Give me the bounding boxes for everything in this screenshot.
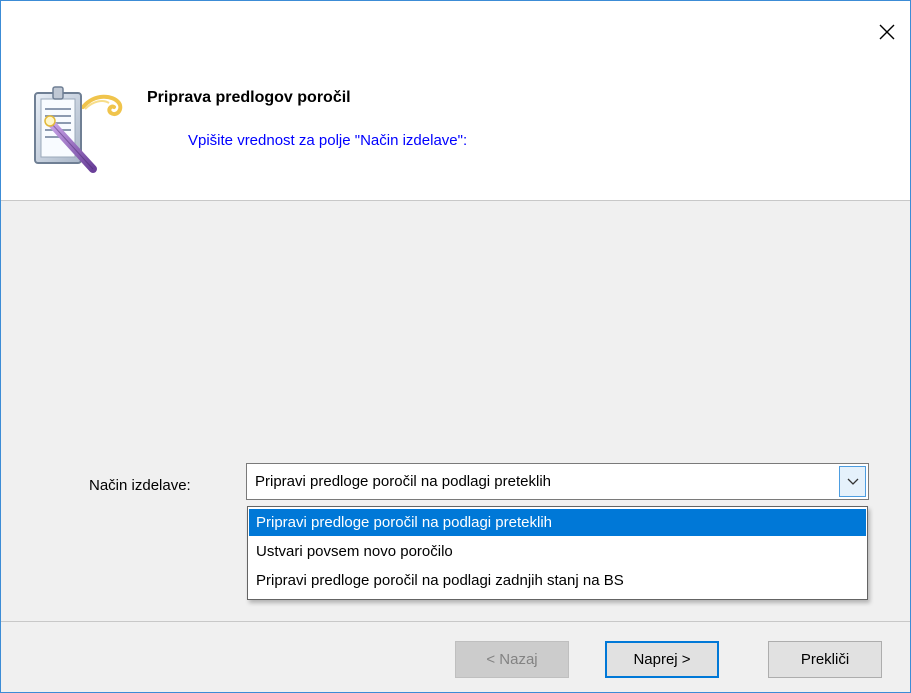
header-divider [1,200,910,201]
footer-divider [1,621,910,622]
nacin-izdelave-combobox[interactable]: Pripravi predloge poročil na podlagi pre… [246,463,869,500]
close-button[interactable] [872,17,902,47]
wizard-dialog: Priprava predlogov poročil Vpišite vredn… [0,0,911,693]
report-wizard-icon [34,86,123,173]
dropdown-option[interactable]: Ustvari povsem novo poročilo [249,538,866,565]
next-button[interactable]: Naprej > [605,641,719,678]
combobox-value: Pripravi predloge poročil na podlagi pre… [255,473,552,490]
page-title: Priprava predlogov poročil [147,89,351,106]
page-subtitle: Vpišite vrednost za polje "Način izdelav… [188,132,468,149]
wizard-header: Priprava predlogov poročil Vpišite vredn… [1,1,910,200]
nacin-izdelave-label: Način izdelave: [89,477,191,494]
dropdown-list: Pripravi predloge poročil na podlagi pre… [247,506,868,600]
back-button[interactable]: < Nazaj [455,641,569,678]
dropdown-option[interactable]: Pripravi predloge poročil na podlagi zad… [249,567,866,594]
dropdown-toggle-button[interactable] [839,466,866,497]
dropdown-option-selected[interactable]: Pripravi predloge poročil na podlagi pre… [249,509,866,536]
cancel-button[interactable]: Prekliči [768,641,882,678]
close-icon [879,24,895,40]
chevron-down-icon [847,478,858,485]
